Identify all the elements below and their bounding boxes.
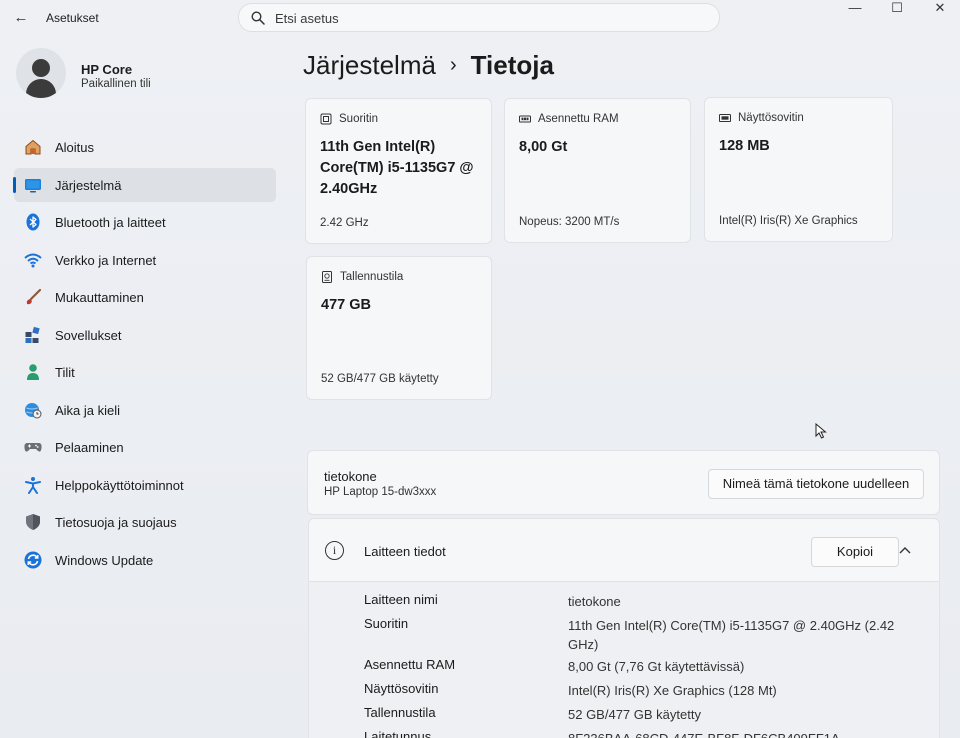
sidebar-item-tietosuoja[interactable]: Tietosuoja ja suojaus <box>14 505 276 539</box>
search-box[interactable] <box>238 3 720 32</box>
sidebar-item-jarjestelma[interactable]: Järjestelmä <box>13 167 276 202</box>
back-button[interactable]: ← <box>12 9 30 27</box>
sidebar-item-helppokayttotoiminnot[interactable]: Helppokäyttötoiminnot <box>14 468 276 502</box>
sidebar-item-label: Sovellukset <box>55 327 122 343</box>
apps-icon <box>25 326 40 343</box>
spec-key: Laitteen nimi <box>364 592 438 607</box>
spec-key: Näyttösovitin <box>364 681 439 696</box>
device-name-panel: tietokone HP Laptop 15-dw3xxx Nimeä tämä… <box>307 450 940 515</box>
sidebar-item-windows-update[interactable]: Windows Update <box>14 543 276 577</box>
sidebar-item-label: Pelaaminen <box>55 440 124 455</box>
sidebar-item-pelaaminen[interactable]: Pelaaminen <box>14 430 276 464</box>
shield-icon <box>26 514 40 530</box>
storage-card: Tallennustila 477 GB 52 GB/477 GB käytet… <box>306 256 492 400</box>
card-label: Näyttösovitin <box>738 112 804 124</box>
storage-icon <box>322 271 332 283</box>
sidebar-item-verkko[interactable]: Verkko ja Internet <box>14 243 276 277</box>
sidebar-nav: Aloitus Järjestelmä Bluetooth ja laittee… <box>13 130 276 580</box>
sidebar-item-aika-ja-kieli[interactable]: Aika ja kieli <box>14 393 276 427</box>
card-label: Asennettu RAM <box>538 113 619 125</box>
copy-button[interactable]: Kopioi <box>811 537 899 567</box>
accessibility-icon <box>25 476 41 494</box>
device-specs-title: Laitteen tiedot <box>364 544 446 559</box>
device-specs-header[interactable]: i Laitteen tiedot Kopioi <box>308 518 940 582</box>
profile-account-type: Paikallinen tili <box>81 78 151 90</box>
sidebar-item-sovellukset[interactable]: Sovellukset <box>14 318 276 352</box>
spec-value: 11th Gen Intel(R) Core(TM) i5-1135G7 @ 2… <box>568 618 895 652</box>
spec-value: tietokone <box>568 594 621 609</box>
sidebar-item-bluetooth[interactable]: Bluetooth ja laitteet <box>14 205 276 239</box>
device-model: HP Laptop 15-dw3xxx <box>324 486 437 498</box>
spec-value: 8F236BAA-68CD-447E-BF8F-DF6CB409FF1A <box>568 729 898 738</box>
breadcrumb-separator: › <box>449 54 457 76</box>
spec-key: Suoritin <box>364 616 409 631</box>
card-label: Tallennustila <box>340 271 404 283</box>
card-value: 128 MB <box>719 138 770 154</box>
minimize-button[interactable]: — <box>833 0 877 15</box>
card-label: Suoritin <box>339 113 378 125</box>
card-subtext: 2.42 GHz <box>320 217 369 229</box>
rename-pc-button[interactable]: Nimeä tämä tietokone uudelleen <box>708 469 924 499</box>
processor-card: Suoritin 11th Gen Intel(R) Core(TM) i5-1… <box>305 98 492 244</box>
avatar <box>16 48 66 98</box>
sidebar-item-label: Windows Update <box>55 552 154 568</box>
spec-value: 52 GB/477 GB käytetty <box>568 707 701 722</box>
chevron-up-icon[interactable] <box>895 540 915 560</box>
card-subtext: 52 GB/477 GB käytetty <box>321 373 439 385</box>
wifi-icon <box>24 253 42 267</box>
ram-card: Asennettu RAM 8,00 Gt Nopeus: 3200 MT/s <box>504 98 691 243</box>
processor-icon <box>320 113 332 125</box>
bluetooth-icon <box>26 213 40 231</box>
home-icon <box>25 139 41 155</box>
sidebar-item-aloitus[interactable]: Aloitus <box>14 130 276 164</box>
display-adapter-card: Näyttösovitin 128 MB Intel(R) Iris(R) Xe… <box>704 97 893 242</box>
card-value: 8,00 Gt <box>519 139 568 155</box>
system-icon <box>25 178 41 192</box>
sidebar-item-label: Tietosuoja ja suojaus <box>55 515 177 530</box>
spec-value: Intel(R) Iris(R) Xe Graphics (128 Mt) <box>568 683 777 698</box>
breadcrumb-parent[interactable]: Järjestelmä <box>303 50 436 80</box>
spec-value: 8,00 Gt (7,76 Gt käytettävissä) <box>568 659 745 674</box>
sidebar-item-label: Aika ja kieli <box>55 402 121 418</box>
sidebar-item-label: Järjestelmä <box>55 177 122 193</box>
mouse-cursor-icon <box>815 423 827 439</box>
info-icon: i <box>325 541 344 560</box>
app-title: Asetukset <box>46 11 99 25</box>
card-value: 11th Gen Intel(R) Core(TM) i5-1135G7 @ 2… <box>320 139 474 197</box>
sidebar-item-label: Helppokäyttötoiminnot <box>55 477 184 493</box>
card-value: 477 GB <box>321 297 371 313</box>
breadcrumb: Järjestelmä › Tietoja <box>303 50 554 81</box>
search-input[interactable] <box>275 9 695 27</box>
spec-key: Laitetunnus <box>364 729 432 738</box>
profile-name: HP Core <box>81 62 133 77</box>
search-icon <box>251 11 265 25</box>
spec-key: Tallennustila <box>364 705 436 720</box>
brush-icon <box>26 288 42 305</box>
user-profile[interactable]: HP Core Paikallinen tili <box>16 46 256 102</box>
sidebar-item-label: Bluetooth ja laitteet <box>55 215 166 230</box>
gamepad-icon <box>24 443 42 452</box>
sidebar-item-label: Verkko ja Internet <box>55 252 157 268</box>
update-icon <box>24 551 42 568</box>
sidebar-item-mukauttaminen[interactable]: Mukauttaminen <box>14 280 276 314</box>
card-subtext: Nopeus: 3200 MT/s <box>519 216 620 228</box>
ram-icon <box>519 115 531 123</box>
device-name: tietokone <box>324 469 377 484</box>
account-icon <box>27 364 39 380</box>
title-bar: ← Asetukset — ☐ ✕ <box>0 0 960 36</box>
spec-key: Asennettu RAM <box>364 657 456 672</box>
globe-clock-icon <box>25 402 42 418</box>
sidebar-item-tilit[interactable]: Tilit <box>14 355 276 389</box>
sidebar-item-label: Aloitus <box>55 140 95 155</box>
card-subtext: Intel(R) Iris(R) Xe Graphics <box>719 215 858 227</box>
close-button[interactable]: ✕ <box>918 0 960 15</box>
sidebar-item-label: Mukauttaminen <box>55 290 144 305</box>
page-title: Tietoja <box>470 50 554 80</box>
maximize-button[interactable]: ☐ <box>875 0 919 15</box>
device-specs-list: Laitteen nimi tietokone Suoritin 11th Ge… <box>308 582 940 738</box>
sidebar-item-label: Tilit <box>55 365 75 380</box>
display-adapter-icon <box>719 114 731 122</box>
